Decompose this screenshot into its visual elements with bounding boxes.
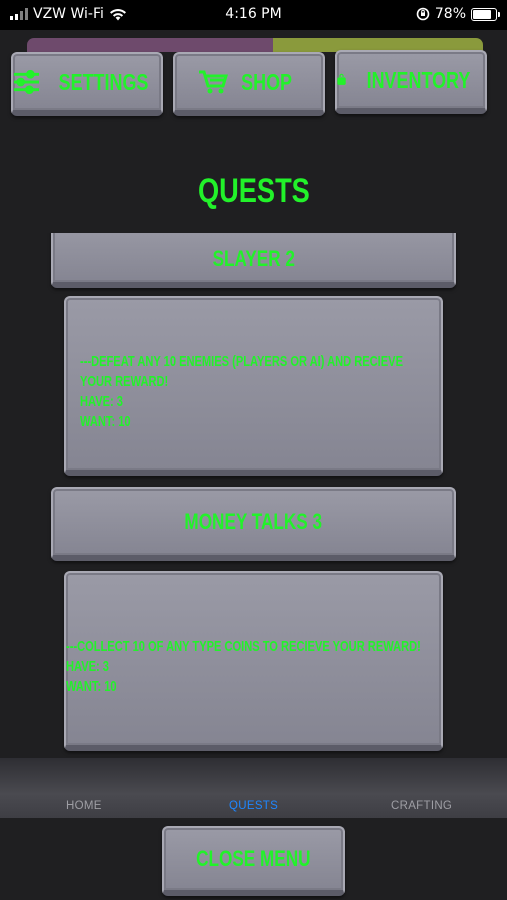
close-menu-button[interactable]: CLOSE MENU [162,826,345,896]
page-title: QUESTS [197,172,310,210]
inventory-label: INVENTORY [366,66,471,93]
quest-detail-card: ---DEFEAT ANY 10 ENEMIES (PLAYERS OR AI)… [64,296,443,476]
shop-label: SHOP [241,68,293,95]
quest-detail-card: ---COLLECT 10 OF ANY TYPE COINS TO RECIE… [64,571,443,751]
quest-description-line: ---COLLECT 10 OF ANY TYPE COINS TO RECIE… [66,638,421,655]
quest-have: HAVE: 3 [80,393,123,410]
quest-description: ---COLLECT 10 OF ANY TYPE COINS TO RECIE… [66,637,421,697]
settings-button[interactable]: SETTINGS [11,52,163,116]
sliders-icon [13,70,40,94]
quest-description-line: YOUR REWARD! [80,373,169,390]
close-menu-label: CLOSE MENU [196,846,311,871]
quest-want: WANT: 10 [66,678,117,695]
tab-quests[interactable]: QUESTS [229,800,278,812]
orientation-lock-icon [416,7,430,21]
quest-list[interactable]: SLAYER 2 ---DEFEAT ANY 10 ENEMIES (PLAYE… [0,233,507,758]
battery-percent: 78% [434,6,466,22]
quest-title: MONEY TALKS 3 [184,509,323,534]
quest-description-line: ---DEFEAT ANY 10 ENEMIES (PLAYERS OR AI)… [80,353,403,370]
tab-crafting[interactable]: CRAFTING [391,800,452,812]
tab-home[interactable]: HOME [66,800,102,812]
status-right: 78% [416,6,500,22]
status-bar: VZW Wi-Fi 4:16 PM 78% [0,0,507,30]
battery-icon [471,7,500,21]
progress-fill [27,38,274,52]
quest-title-card[interactable]: SLAYER 2 [51,233,456,288]
quest-title-card[interactable]: MONEY TALKS 3 [51,487,456,561]
quest-have: HAVE: 3 [66,658,109,675]
quest-description: ---DEFEAT ANY 10 ENEMIES (PLAYERS OR AI)… [80,352,403,432]
settings-label: SETTINGS [58,68,149,95]
quest-want: WANT: 10 [80,413,131,430]
shop-button[interactable]: SHOP [173,52,325,116]
page-title-wrap: QUESTS [0,172,507,211]
bag-icon [337,73,346,85]
cart-icon [199,70,229,94]
inventory-button[interactable]: INVENTORY [335,50,487,114]
quest-title: SLAYER 2 [212,245,295,271]
tab-bar: HOME QUESTS CRAFTING [0,758,507,818]
